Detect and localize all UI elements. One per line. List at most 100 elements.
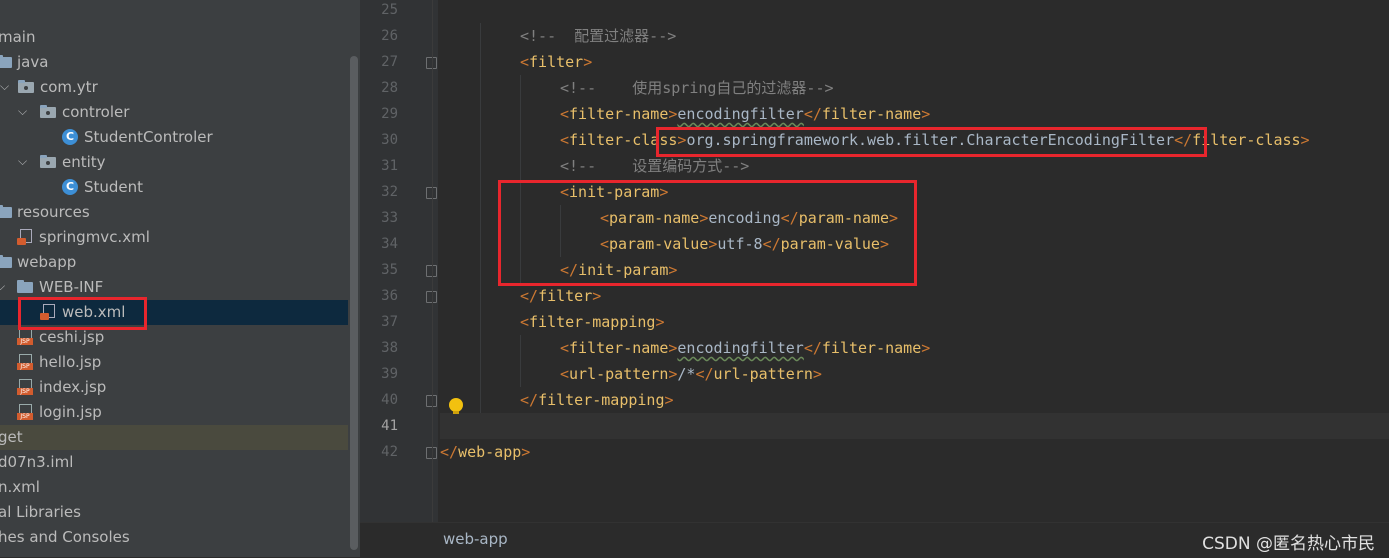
jsp-badge: JSP xyxy=(17,388,33,395)
tree-item-label: get xyxy=(0,428,23,446)
indent-guide xyxy=(480,309,481,335)
tree-item-studentcontroler[interactable]: C StudentControler xyxy=(0,125,348,150)
tree-item-al-libraries[interactable]: al Libraries xyxy=(0,500,348,525)
scrollbar-thumb[interactable] xyxy=(350,56,358,550)
code-line[interactable]: </web-app> xyxy=(440,439,1389,465)
indent-guide xyxy=(480,101,481,127)
project-tree-scrollbar[interactable] xyxy=(348,0,360,557)
code-text: </web-app> xyxy=(440,439,530,465)
tree-item-resources[interactable]: resources xyxy=(0,200,348,225)
code-text: <url-pattern>/*</url-pattern> xyxy=(560,361,822,387)
code-token: filter-name xyxy=(569,105,669,123)
line-number: 25 xyxy=(381,2,398,18)
code-token: filter-name xyxy=(821,339,922,357)
jsp-file-icon: JSP xyxy=(17,404,33,420)
tree-item-entity[interactable]: ⌵ entity xyxy=(0,150,348,175)
tree-item-label: Student xyxy=(84,178,144,196)
tree-item-login-jsp[interactable]: JSP login.jsp xyxy=(0,400,348,425)
code-text: </filter-mapping> xyxy=(520,387,674,413)
indent-guide xyxy=(480,257,481,283)
tree-item-hello-jsp[interactable]: JSP hello.jsp xyxy=(0,350,348,375)
jsp-badge: JSP xyxy=(17,363,33,370)
tree-item-label: springmvc.xml xyxy=(39,228,150,246)
xml-file-icon xyxy=(17,229,33,245)
chevron-down-icon[interactable]: ⌵ xyxy=(18,104,27,119)
tree-item-student[interactable]: C Student xyxy=(0,175,348,200)
line-number: 42 xyxy=(381,444,398,460)
jsp-file-icon: JSP xyxy=(17,354,33,370)
code-token: < xyxy=(560,365,570,383)
tree-item-label: entity xyxy=(62,153,106,171)
tree-item-springmvc-xml[interactable]: springmvc.xml xyxy=(0,225,348,250)
code-token: <!-- 设置编码方式--> xyxy=(560,157,750,175)
tree-item-label: n.xml xyxy=(0,478,40,496)
code-token: url-pattern xyxy=(569,365,669,383)
folder-icon xyxy=(17,279,33,295)
line-number: 28 xyxy=(381,80,398,96)
tree-item-label: main xyxy=(0,28,36,46)
code-token: filter-class xyxy=(1192,131,1301,149)
tree-item-label: index.jsp xyxy=(39,378,107,396)
chevron-down-icon[interactable]: ⌵ xyxy=(0,79,9,94)
tree-item-d07n3-iml[interactable]: d07n3.iml xyxy=(0,450,348,475)
code-token: encodingfilter xyxy=(677,339,804,357)
code-token: > xyxy=(921,339,931,357)
indent-guide xyxy=(480,387,481,413)
tree-item-com-ytr[interactable]: ⌵ com.ytr xyxy=(0,75,348,100)
code-token: > xyxy=(664,391,674,409)
indent-guide xyxy=(480,361,481,387)
tree-item-controler[interactable]: ⌵ controler xyxy=(0,100,348,125)
code-text: <filter> xyxy=(520,49,592,75)
line-number: 35 xyxy=(381,262,398,278)
jsp-badge: JSP xyxy=(17,413,33,420)
code-line[interactable]: <filter-mapping> xyxy=(440,309,1389,335)
project-tree[interactable]: main java ⌵ com.ytr ⌵ controler C StudentContro… xyxy=(0,0,348,557)
code-line[interactable]: <url-pattern>/*</url-pattern> xyxy=(440,361,1389,387)
breadcrumb-web-app[interactable]: web-app xyxy=(443,530,508,548)
line-number: 34 xyxy=(381,236,398,252)
jsp-file-icon: JSP xyxy=(17,379,33,395)
tree-item-get[interactable]: get xyxy=(0,425,348,450)
tree-item-label: ceshi.jsp xyxy=(39,328,105,346)
code-line[interactable]: <filter-name>encodingfilter</filter-name… xyxy=(440,335,1389,361)
tree-item-main[interactable]: main xyxy=(0,25,348,50)
indent-guide xyxy=(480,127,481,153)
code-token: web-app xyxy=(458,443,522,461)
code-text: <!-- 使用spring自己的过滤器--> xyxy=(560,75,834,101)
chevron-down-icon[interactable]: ⌵ xyxy=(0,279,5,294)
highlight-box-init-param xyxy=(498,180,917,286)
code-token: </ xyxy=(440,443,459,461)
code-token: encodingfilter xyxy=(677,105,804,123)
code-line[interactable]: <filter-name>encodingfilter</filter-name… xyxy=(440,101,1389,127)
code-line[interactable] xyxy=(440,0,1389,23)
chevron-down-icon[interactable]: ⌵ xyxy=(18,154,27,169)
code-line[interactable]: <filter> xyxy=(440,49,1389,75)
code-line[interactable]: </filter-mapping> xyxy=(440,387,1389,413)
intention-bulb-icon[interactable] xyxy=(449,398,463,414)
tree-item-n-xml[interactable]: n.xml xyxy=(0,475,348,500)
editor-breadcrumb-bar: web-app CSDN @匿名热心市民 xyxy=(360,522,1389,558)
code-line[interactable]: <!-- 配置过滤器--> xyxy=(440,23,1389,49)
code-line[interactable]: <!-- 使用spring自己的过滤器--> xyxy=(440,75,1389,101)
code-token: </ xyxy=(803,105,822,123)
tree-item-label: d07n3.iml xyxy=(0,453,74,471)
indent-guide xyxy=(520,361,521,387)
line-number: 32 xyxy=(381,184,398,200)
folder-icon xyxy=(0,54,12,70)
line-number: 40 xyxy=(381,392,398,408)
package-icon xyxy=(18,79,34,95)
tree-item-java[interactable]: java xyxy=(0,50,348,75)
tree-item-webapp[interactable]: webapp xyxy=(0,250,348,275)
indent-guide xyxy=(480,49,481,75)
code-token: </ xyxy=(520,391,539,409)
code-line[interactable] xyxy=(440,413,1389,439)
code-line[interactable]: </filter> xyxy=(440,283,1389,309)
code-token: filter-mapping xyxy=(538,391,665,409)
tree-item-hes-and-consoles[interactable]: hes and Consoles xyxy=(0,525,348,550)
code-text: <filter-name>encodingfilter</filter-name… xyxy=(560,335,930,361)
line-number: 27 xyxy=(381,54,398,70)
tree-item-label: com.ytr xyxy=(40,78,98,96)
line-number: 26 xyxy=(381,28,398,44)
indent-guide xyxy=(480,23,481,49)
tree-item-index-jsp[interactable]: JSP index.jsp xyxy=(0,375,348,400)
